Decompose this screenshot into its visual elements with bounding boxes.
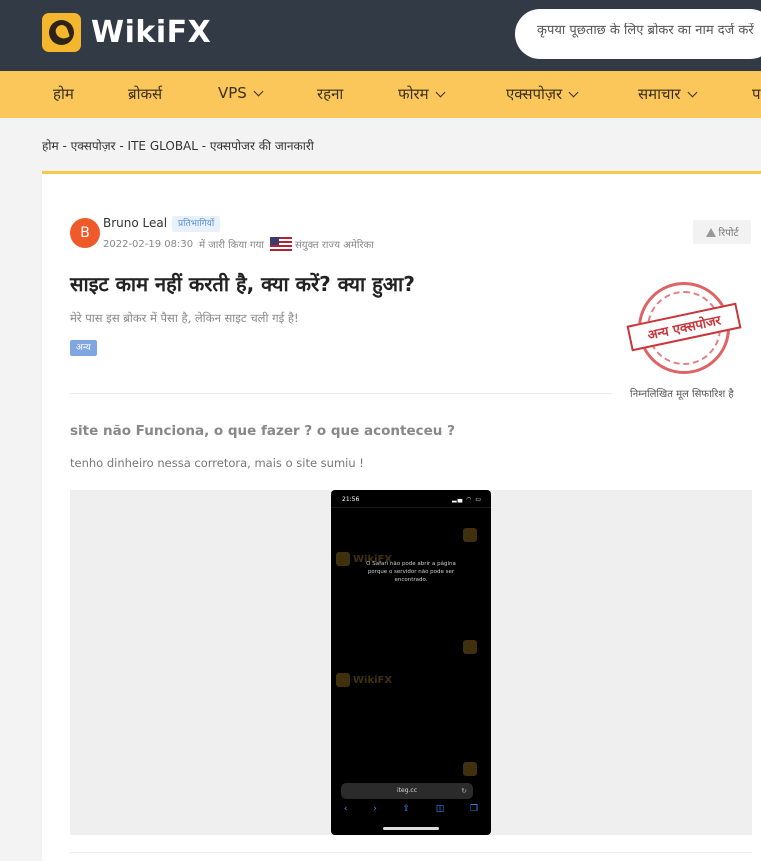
exposure-card: B Bruno Leal प्रतिभागियों 2022-02-19 08:…	[42, 171, 761, 861]
share-icon: ⇪	[402, 804, 411, 814]
nav-item-label: VPS	[218, 84, 247, 102]
back-icon: ‹	[343, 804, 348, 814]
search-input[interactable]	[537, 23, 761, 38]
breadcrumb-separator: -	[115, 139, 128, 153]
report-label: रिपोर्ट	[718, 228, 739, 239]
phone-status-icons: ▂▄ ◠ ▭	[452, 496, 482, 503]
nav-item-news[interactable]: समाचार	[638, 84, 697, 104]
phone-divider	[331, 507, 491, 508]
nav-item-label: प	[752, 85, 761, 103]
attachment-image[interactable]: 21:56 ▂▄ ◠ ▭ WikiFX WikiFX O Safari não …	[70, 490, 752, 835]
nav-item-label: रहना	[317, 85, 344, 103]
chevron-down-icon	[687, 87, 697, 97]
role-badge: प्रतिभागियों	[172, 216, 221, 232]
divider	[70, 393, 612, 394]
warning-icon	[705, 227, 716, 237]
chevron-down-icon	[253, 86, 264, 96]
exposure-stamp: अन्य एक्सपोजर	[626, 282, 742, 378]
watermark-logo-icon	[336, 552, 350, 566]
country-name: संयुक्त राज्य अमेरिका	[295, 240, 374, 251]
nav-item-label: एक्सपोज़र	[506, 85, 563, 103]
nav-item-label: ब्रोकर्स	[128, 85, 163, 103]
post-title: साइट काम नहीं करती है, क्या करें? क्या ह…	[70, 272, 415, 296]
safari-error-message: O Safari não pode abrir a página porque …	[366, 561, 456, 583]
home-indicator	[383, 827, 439, 830]
report-button[interactable]: रिपोर्ट	[693, 220, 751, 244]
post-datetime: 2022-02-19 08:30	[103, 238, 194, 250]
post-meta: 2022-02-19 08:30 में जारी किया गया संयुक…	[103, 237, 374, 251]
nav-item-label: समाचार	[638, 85, 681, 103]
stamp-caption: निम्नलिखित मूल सिफारिश है	[630, 389, 734, 400]
posted-label: में जारी किया गया	[199, 240, 265, 251]
watermark-logo-icon	[463, 762, 477, 776]
main-nav: होम ब्रोकर्स VPS रहना फोरम एक्सपोज़र समा…	[0, 71, 761, 118]
breadcrumb-separator: -	[58, 139, 71, 153]
post-subtitle: मेरे पास इस ब्रोकर में पैसा है, लेकिन सा…	[70, 311, 299, 325]
original-body: tenho dinheiro nessa corretora, mais o s…	[70, 456, 364, 470]
nav-item-vps[interactable]: VPS	[218, 84, 264, 102]
nav-item-forum[interactable]: फोरम	[398, 84, 446, 104]
breadcrumb-home[interactable]: होम	[42, 139, 59, 153]
chevron-down-icon	[435, 87, 446, 97]
avatar[interactable]: B	[70, 218, 100, 248]
original-title: site não Funciona, o que fazer ? o que a…	[70, 423, 455, 439]
us-flag-icon	[270, 237, 293, 251]
watermark-logo-icon	[336, 673, 350, 687]
watermark	[463, 640, 480, 654]
breadcrumb-current: एक्सपोजर की जानकारी	[209, 139, 314, 153]
search-box[interactable]	[515, 9, 761, 59]
author-name[interactable]: Bruno Leal	[103, 216, 167, 230]
nav-item-exposure[interactable]: एक्सपोज़र	[506, 84, 579, 104]
phone-toolbar: ‹ › ⇪ ◫ ❐	[331, 804, 491, 814]
forward-icon: ›	[373, 804, 377, 814]
wikifx-logo[interactable]: WikiFX	[42, 13, 211, 52]
watermark-logo-icon	[463, 640, 477, 654]
logo-text: WikiFX	[91, 15, 212, 50]
nav-item-label: फोरम	[398, 85, 429, 103]
watermark-text: WikiFX	[353, 674, 393, 686]
nav-item-label: होम	[53, 85, 74, 103]
watermark-logo-icon	[463, 528, 477, 542]
chevron-down-icon	[568, 87, 579, 97]
phone-screenshot: 21:56 ▂▄ ◠ ▭ WikiFX WikiFX O Safari não …	[331, 490, 491, 835]
breadcrumb-broker[interactable]: ITE GLOBAL	[128, 139, 198, 153]
breadcrumb: होम - एक्सपोज़र - ITE GLOBAL - एक्सपोजर …	[42, 137, 314, 154]
nav-item-brokers[interactable]: ब्रोकर्स	[128, 84, 162, 104]
eagle-logo-icon	[42, 13, 81, 52]
nav-item-live[interactable]: रहना	[317, 84, 343, 104]
breadcrumb-exposure[interactable]: एक्सपोज़र	[71, 139, 116, 153]
bookmarks-icon: ◫	[435, 804, 445, 814]
phone-time: 21:56	[342, 496, 360, 503]
nav-item-more[interactable]: प	[752, 84, 761, 104]
watermark	[463, 762, 480, 776]
divider	[70, 852, 752, 853]
category-tag[interactable]: अन्य	[70, 340, 97, 356]
breadcrumb-separator: -	[197, 139, 210, 153]
watermark	[463, 528, 480, 542]
watermark: WikiFX	[336, 673, 392, 687]
reload-icon: ↻	[461, 787, 467, 795]
tabs-icon: ❐	[470, 804, 479, 814]
top-header: WikiFX	[0, 0, 761, 71]
phone-url: iteg.cc	[396, 787, 418, 794]
phone-url-bar: iteg.cc ↻	[341, 783, 473, 799]
nav-item-home[interactable]: होम	[53, 84, 74, 104]
